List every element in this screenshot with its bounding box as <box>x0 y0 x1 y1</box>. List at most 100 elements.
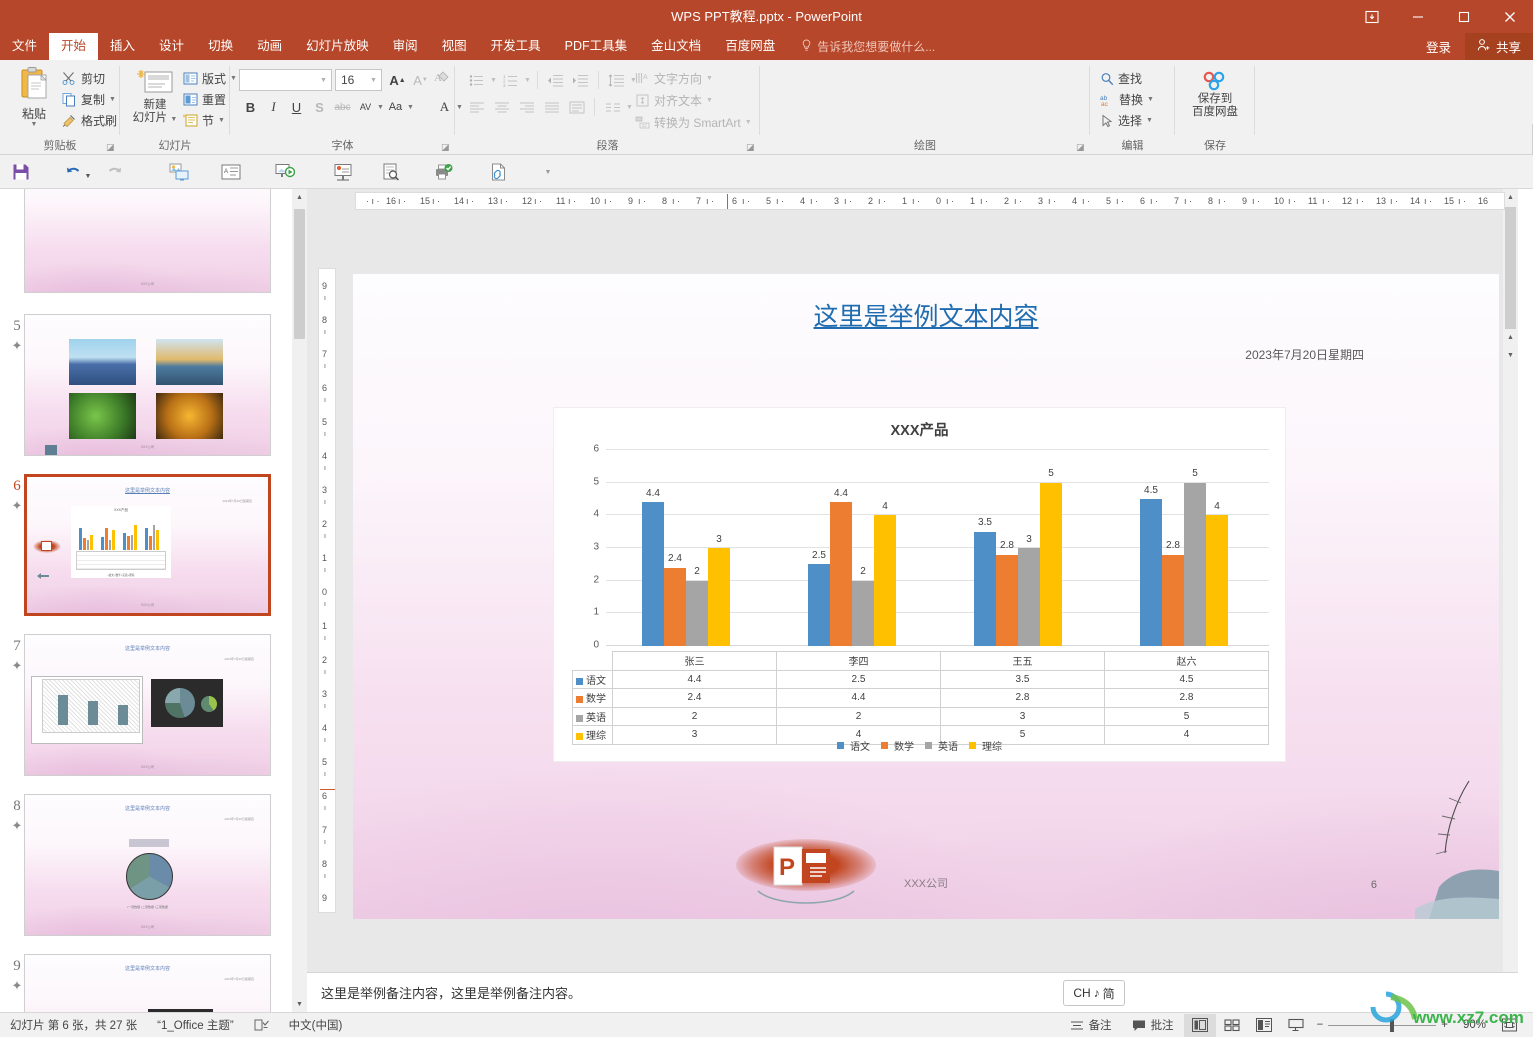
thumbs-scroll-thumb[interactable] <box>294 209 305 339</box>
decrease-indent-button[interactable] <box>544 69 567 91</box>
share-button[interactable]: 共享 <box>1464 33 1533 60</box>
normal-view-button[interactable] <box>1183 1013 1216 1037</box>
columns-dropdown-icon[interactable]: ▼ <box>626 104 633 111</box>
qat-more-icon[interactable]: ▼ <box>535 160 561 184</box>
ime-indicator[interactable]: CH ♪ 简 <box>1063 980 1125 1006</box>
bar-s1-g0[interactable] <box>642 502 664 646</box>
minimize-button[interactable] <box>1395 0 1441 33</box>
increase-indent-button[interactable] <box>569 69 592 91</box>
tab-design[interactable]: 设计 <box>147 33 196 60</box>
thumbs-scroll-down-icon[interactable]: ▼ <box>292 996 307 1012</box>
spellcheck-icon[interactable] <box>244 1018 279 1032</box>
tab-review[interactable]: 审阅 <box>381 33 430 60</box>
tab-home[interactable]: 开始 <box>49 33 99 60</box>
login-button[interactable]: 登录 <box>1412 37 1465 56</box>
bar-s4-g2[interactable] <box>1040 482 1062 646</box>
slide-mini-7[interactable]: 这里是举例文本内容 2023年7月20日星期四 XXX公司 <box>24 634 271 776</box>
print-preview-icon[interactable] <box>378 160 404 184</box>
align-center-button[interactable] <box>490 96 513 118</box>
slide-thumbnails-panel[interactable]: XXX公司 5 ✦ XXX公司 6 ✦ 这里是举例文本内容 2023年7月20日… <box>0 189 292 1012</box>
tell-me-search[interactable]: 告诉我您想要做什么... <box>801 33 935 60</box>
text-box-icon[interactable]: A <box>218 160 244 184</box>
underline-button[interactable]: U <box>285 96 308 118</box>
current-slide[interactable]: 这里是举例文本内容 2023年7月20日星期四 P XXX产品 6 5 4 3 … <box>353 274 1499 919</box>
legend-item-science[interactable]: 理综 <box>969 738 1002 753</box>
slide-page-number[interactable]: 6 <box>1371 879 1377 891</box>
bullets-dropdown-icon[interactable]: ▼ <box>490 77 497 84</box>
tab-pdf-tools[interactable]: PDF工具集 <box>553 33 640 60</box>
numbering-dropdown-icon[interactable]: ▼ <box>524 77 531 84</box>
bar-s1-g1[interactable] <box>808 564 830 646</box>
strikethrough-button[interactable]: abc <box>331 96 354 118</box>
cut-button[interactable]: 剪切 <box>62 68 117 89</box>
text-direction-button[interactable]: A 文字方向 ▼ <box>635 67 752 89</box>
tab-view[interactable]: 视图 <box>430 33 479 60</box>
distribute-text-button[interactable] <box>565 96 588 118</box>
new-slide-dropdown-icon[interactable]: ▼ <box>170 116 177 123</box>
tab-baidu-netdisk[interactable]: 百度网盘 <box>713 33 787 60</box>
tab-developer[interactable]: 开发工具 <box>479 33 553 60</box>
zoom-out-button[interactable]: − <box>1312 1019 1329 1031</box>
close-button[interactable] <box>1487 0 1533 33</box>
font-size-dropdown-icon[interactable]: ▼ <box>366 70 381 90</box>
bar-s2-g1[interactable] <box>830 502 852 646</box>
slide-mini-8[interactable]: 这里是举例文本内容 2023年7月20日星期四 ▪一项数据 ▪二项数据 ▪三项数… <box>24 794 271 936</box>
bar-s2-g0[interactable] <box>664 567 686 646</box>
new-slide-button[interactable]: 新建 幻灯片 ▼ <box>130 68 180 126</box>
find-button[interactable]: 查找 <box>1100 68 1154 89</box>
replace-button[interactable]: ab ac 替换 ▼ <box>1100 89 1154 110</box>
slide-sorter-button[interactable] <box>1216 1014 1248 1037</box>
slide-date[interactable]: 2023年7月20日星期四 <box>1245 346 1364 363</box>
print-check-icon[interactable] <box>430 160 456 184</box>
paste-button[interactable]: 粘贴 ▼ <box>8 66 60 128</box>
theme-name[interactable]: “1_Office 主题” <box>147 1017 243 1033</box>
previous-slide-icon[interactable]: ▲ <box>1503 329 1518 345</box>
notes-pane[interactable]: 这里是举例备注内容，这里是举例备注内容。 <box>307 972 1518 1012</box>
character-spacing-button[interactable]: AV <box>354 96 377 118</box>
zoom-in-button[interactable]: + <box>1436 1019 1453 1031</box>
notes-toggle-button[interactable]: 备注 <box>1060 1017 1122 1033</box>
hyperlink-icon[interactable] <box>486 160 512 184</box>
font-name-input[interactable]: ▼ <box>239 69 332 91</box>
legend-item-english[interactable]: 英语 <box>925 738 958 753</box>
change-case-dropdown-icon[interactable]: ▼ <box>407 104 414 111</box>
legend-item-math[interactable]: 数学 <box>881 738 914 753</box>
font-color-icon[interactable]: A <box>433 96 456 118</box>
text-shadow-button[interactable]: S <box>308 96 331 118</box>
align-text-button[interactable]: 对齐文本 ▼ <box>635 89 752 111</box>
tab-animations[interactable]: 动画 <box>245 33 294 60</box>
line-spacing-button[interactable] <box>605 69 628 91</box>
bar-s2-g2[interactable] <box>996 554 1018 646</box>
slide-vertical-scrollbar[interactable]: ▲ ▲ ▼ ▼ <box>1503 189 1518 1012</box>
legend-item-chinese[interactable]: 语文 <box>837 738 870 753</box>
slide-mini-4[interactable]: XXX公司 <box>24 189 271 293</box>
copy-button[interactable]: 复制 ▼ <box>62 89 117 110</box>
numbering-button[interactable]: 123 <box>499 69 522 91</box>
convert-to-smartart-button[interactable]: 转换为 SmartArt ▼ <box>635 111 752 133</box>
section-dropdown-icon[interactable]: ▼ <box>218 117 225 124</box>
format-painter-button[interactable]: 格式刷 <box>62 110 117 131</box>
tab-kingsoft-docs[interactable]: 金山文档 <box>639 33 713 60</box>
save-icon[interactable] <box>8 160 34 184</box>
slideshow-view-button[interactable] <box>1280 1014 1312 1037</box>
bar-s3-g3[interactable] <box>1184 482 1206 646</box>
slide-mini-9[interactable]: 这里是举例文本内容 2023年7月20日星期四 XXX公司 <box>24 954 271 1012</box>
justify-button[interactable] <box>540 96 563 118</box>
thumbs-scroll-up-icon[interactable]: ▲ <box>292 189 307 205</box>
redo-icon[interactable] <box>102 160 128 184</box>
language-indicator[interactable]: 中文(中国) <box>279 1017 353 1033</box>
decrease-font-size-button[interactable]: A ▼ <box>409 69 432 91</box>
clear-formatting-button[interactable]: A <box>433 69 451 90</box>
next-slide-icon[interactable]: ▼ <box>1503 347 1518 363</box>
start-from-beginning-icon[interactable] <box>166 160 192 184</box>
tab-file[interactable]: 文件 <box>0 33 49 60</box>
slide-edit-area[interactable]: 这里是举例文本内容 2023年7月20日星期四 P XXX产品 6 5 4 3 … <box>307 189 1518 1012</box>
replace-dropdown-icon[interactable]: ▼ <box>1147 96 1154 103</box>
slide-position-info[interactable]: 幻灯片 第 6 张，共 27 张 <box>0 1017 147 1033</box>
paragraph-dialog-launcher[interactable]: ◪ <box>746 142 756 152</box>
clipboard-dialog-launcher[interactable]: ◪ <box>106 142 116 152</box>
select-dropdown-icon[interactable]: ▼ <box>1146 117 1153 124</box>
bar-s3-g2[interactable] <box>1018 548 1040 646</box>
text-direction-dropdown-icon[interactable]: ▼ <box>706 75 713 82</box>
maximize-button[interactable] <box>1441 0 1487 33</box>
